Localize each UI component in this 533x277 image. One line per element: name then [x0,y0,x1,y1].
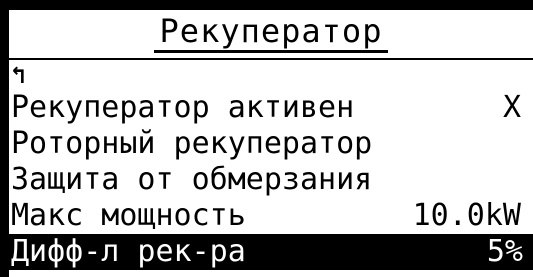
menu-item-value: 10.0kW [412,198,521,233]
back-button[interactable]: ↰ [9,60,533,90]
lcd-bezel: Рекуператор ↰ Рекуператор активен X Рото… [0,0,533,277]
back-arrow-icon: ↰ [11,61,26,89]
menu-item-recuperator-differential[interactable]: Дифф-л рек-ра 5% [9,234,533,270]
menu-item-frost-protection[interactable]: Защита от обмерзания [9,162,533,198]
menu-item-label: Роторный рекуператор [11,126,373,161]
menu-item-rotary-recuperator[interactable]: Роторный рекуператор [9,126,533,162]
title-bar: Рекуператор [9,10,533,60]
menu-list: ↰ Рекуператор активен X Роторный рекупер… [9,60,533,270]
menu-item-label: Макс мощность [11,198,246,233]
menu-item-recuperator-active[interactable]: Рекуператор активен X [9,90,533,126]
lcd-display: Рекуператор ↰ Рекуператор активен X Рото… [9,10,533,277]
menu-item-max-power[interactable]: Макс мощность 10.0kW [9,198,533,234]
menu-item-value: 5% [486,234,523,269]
menu-item-label: Рекуператор активен [11,90,355,125]
menu-item-value: X [502,90,521,125]
page-title: Рекуператор [153,12,389,53]
menu-item-label: Защита от обмерзания [11,162,373,197]
menu-item-label: Дифф-л рек-ра [11,234,246,269]
